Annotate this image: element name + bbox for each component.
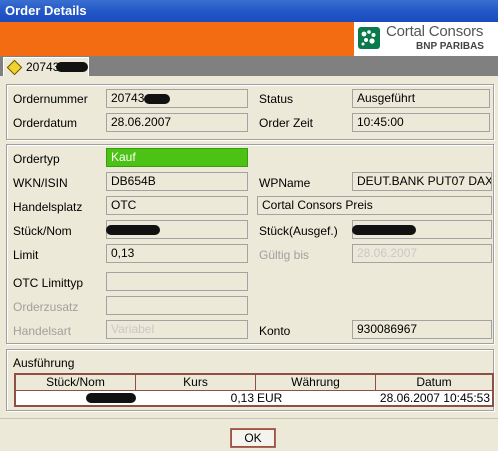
ordertyp-field[interactable]: Kauf [106, 148, 248, 167]
konto-field[interactable]: 930086967 [352, 320, 492, 339]
ordertyp-label: Ordertyp [13, 152, 60, 166]
brand-logo: Cortal Consors BNP PARIBAS [354, 22, 498, 56]
orderzusatz-field[interactable] [106, 296, 248, 315]
orderzeit-label: Order Zeit [259, 116, 314, 130]
wkn-value: DB654B [111, 174, 156, 188]
limit-field[interactable]: 0,13 [106, 244, 248, 263]
preis-value: Cortal Consors Preis [262, 198, 373, 212]
ordernummer-label: Ordernummer [13, 92, 88, 106]
cell-stueck [16, 391, 136, 405]
status-value: Ausgeführt [357, 91, 416, 105]
wpname-label: WPName [259, 176, 311, 190]
column-header-datum[interactable]: Datum [376, 375, 492, 390]
gueltig-label: Gültig bis [259, 248, 310, 262]
handelsplatz-value: OTC [111, 198, 137, 212]
handelsplatz-label: Handelsplatz [13, 200, 83, 214]
redaction-mark [352, 225, 416, 235]
wkn-field[interactable]: DB654B [106, 172, 248, 191]
orderdatum-value: 28.06.2007 [111, 115, 172, 129]
column-header-waehrung[interactable]: Währung [256, 375, 376, 390]
cortal-consors-logo-icon [358, 27, 380, 49]
orderdatum-field[interactable]: 28.06.2007 [106, 113, 248, 132]
status-label: Status [259, 92, 294, 106]
redaction-mark [86, 393, 136, 403]
ordertyp-value: Kauf [111, 150, 136, 164]
wkn-label: WKN/ISIN [13, 176, 68, 190]
column-header-stueck[interactable]: Stück/Nom [16, 375, 136, 390]
cell-kurs: 0,13 [230, 391, 254, 405]
wpname-value: DEUT.BANK PUT07 DAX [357, 174, 492, 188]
otc-limittyp-field[interactable] [106, 272, 248, 291]
execution-table: Stück/Nom Kurs Währung Datum 0,13 EUR 28… [14, 373, 494, 407]
otc-limittyp-label: OTC Limittyp [13, 276, 84, 290]
diamond-icon [6, 59, 23, 76]
cell-datum: 28.06.2007 10:45:53 [379, 391, 490, 405]
handelsart-value: Variabel [111, 322, 155, 336]
limit-label: Limit [13, 248, 39, 262]
tab-label: 20743 [26, 60, 60, 74]
orderdatum-label: Orderdatum [13, 116, 78, 130]
window-title: Order Details [5, 3, 87, 18]
brand-name: Cortal Consors [386, 23, 484, 40]
table-header: Stück/Nom Kurs Währung Datum [16, 375, 492, 391]
tab-order[interactable]: 20743 [3, 57, 89, 76]
handelsplatz-field[interactable]: OTC [106, 196, 248, 215]
redaction-mark [106, 225, 160, 235]
orderzeit-field[interactable]: 10:45:00 [352, 113, 490, 132]
stueck-ausgef-label: Stück(Ausgef.) [259, 224, 338, 238]
window-title-bar[interactable]: Order Details [0, 0, 498, 22]
execution-section-label: Ausführung [13, 356, 75, 370]
limit-value: 0,13 [111, 246, 135, 260]
handelsart-field[interactable]: Variabel [106, 320, 248, 339]
brand-sub: BNP PARIBAS [416, 41, 484, 52]
gueltig-value: 28.06.2007 [357, 246, 418, 260]
redaction-mark [56, 62, 88, 72]
konto-label: Konto [259, 324, 291, 338]
ok-button[interactable]: OK [230, 428, 276, 448]
ordernummer-value: 20743 [111, 91, 145, 105]
footer-separator [0, 418, 498, 419]
ordernummer-field[interactable]: 20743 [106, 89, 248, 108]
preis-field[interactable]: Cortal Consors Preis [257, 196, 492, 215]
orderzusatz-label: Orderzusatz [13, 300, 79, 314]
cell-waehrung: EUR [257, 391, 283, 405]
status-field[interactable]: Ausgeführt [352, 89, 490, 108]
redaction-mark [144, 94, 170, 104]
orderzeit-value: 10:45:00 [357, 115, 404, 129]
handelsart-label: Handelsart [13, 324, 72, 338]
column-header-kurs[interactable]: Kurs [136, 375, 256, 390]
gueltig-field[interactable]: 28.06.2007 [352, 244, 492, 263]
wpname-field[interactable]: DEUT.BANK PUT07 DAX [352, 172, 492, 191]
stueck-label: Stück/Nom [13, 224, 72, 238]
konto-value: 930086967 [357, 322, 418, 336]
